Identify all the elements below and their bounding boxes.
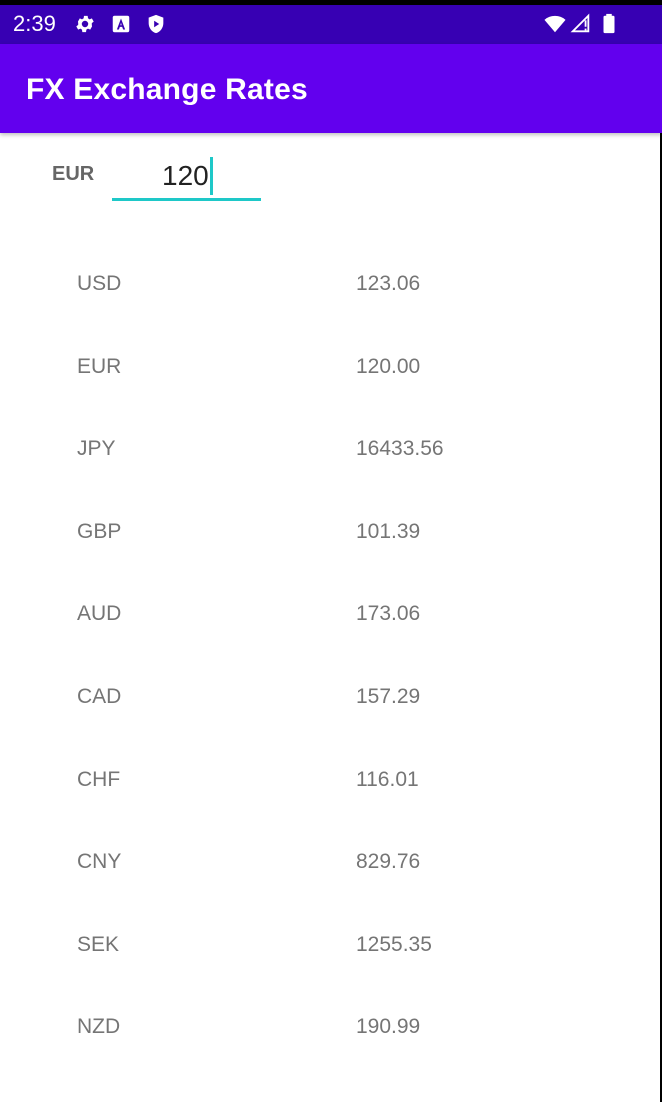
converted-value: 173.06 (356, 602, 421, 626)
status-time: 2:39 (13, 11, 56, 36)
wifi-icon (544, 15, 566, 33)
currency-code: CAD (77, 684, 122, 708)
currency-code: AUD (77, 602, 122, 626)
currency-code: JPY (77, 437, 116, 461)
status-bar: 2:39 (0, 5, 662, 44)
converted-value: 101.39 (356, 519, 421, 543)
shield-icon (148, 14, 164, 34)
cell-signal-icon (570, 13, 590, 33)
converted-value: 190.99 (356, 1015, 421, 1039)
text-caret (209, 156, 213, 195)
converted-value: 123.06 (356, 272, 421, 295)
converted-value: 829.76 (356, 850, 421, 874)
rate-row[interactable]: CNY 829.76 (0, 821, 662, 904)
currency-code: USD (77, 272, 122, 295)
gear-icon (76, 15, 94, 33)
converted-value: 116.01 (356, 767, 419, 791)
converted-value: 120.00 (356, 354, 421, 378)
battery-icon (603, 13, 615, 34)
currency-code: NZD (77, 1015, 121, 1039)
font-a-icon (112, 15, 130, 33)
base-currency-label: EUR (52, 163, 95, 185)
app-title: FX Exchange Rates (26, 73, 308, 106)
converted-value: 157.29 (356, 684, 421, 708)
rate-row[interactable]: CHF 116.01 (0, 739, 662, 822)
converted-value: 16433.56 (356, 437, 444, 461)
converted-value: 1255.35 (356, 932, 432, 956)
rate-row[interactable]: SEK 1255.35 (0, 904, 662, 987)
rate-row[interactable]: CAD 157.29 (0, 656, 662, 739)
currency-code: CNY (77, 850, 122, 874)
rate-row[interactable]: AUD 173.06 (0, 573, 662, 656)
currency-code: CHF (77, 767, 121, 791)
amount-input-value: 120 (162, 156, 213, 195)
currency-code: SEK (77, 932, 120, 956)
app-bar: FX Exchange Rates (0, 44, 662, 133)
rate-row[interactable]: GBP 101.39 (0, 491, 662, 574)
rate-row[interactable]: JPY 16433.56 (0, 408, 662, 491)
currency-code: EUR (77, 354, 122, 378)
amount-input[interactable]: 120 (112, 154, 261, 201)
rate-row[interactable]: USD 123.06 (0, 243, 662, 326)
currency-code: GBP (77, 519, 122, 543)
rate-row[interactable]: EUR 120.00 (0, 326, 662, 409)
rate-row[interactable]: NZD 190.99 (0, 986, 662, 1069)
rates-list: USD 123.06 EUR 120.00 JPY 16433.56 GBP 1… (0, 243, 662, 1069)
